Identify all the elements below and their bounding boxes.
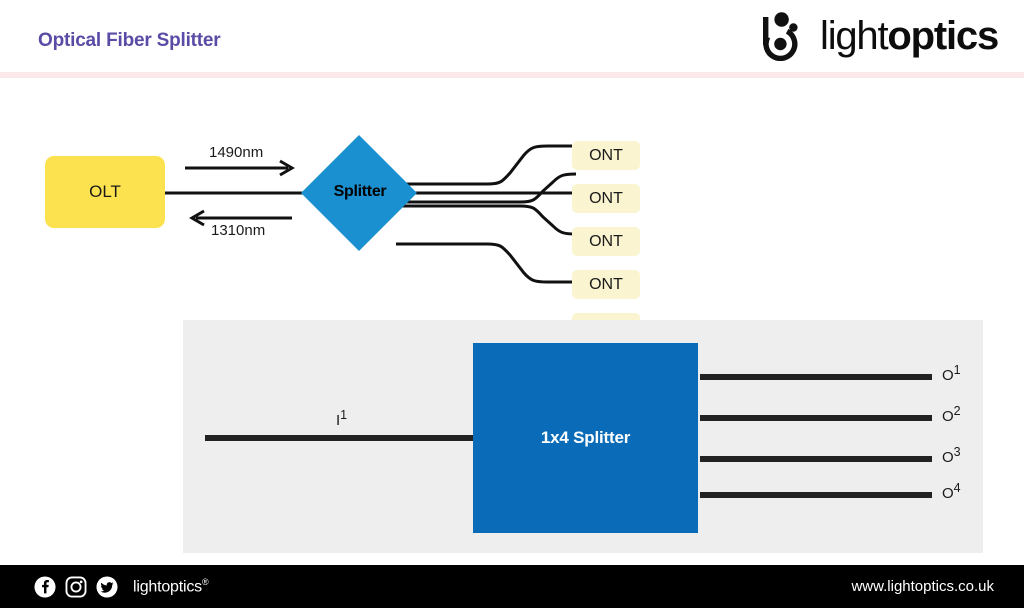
output-port-index: 4: [953, 481, 961, 495]
facebook-icon[interactable]: [34, 575, 56, 598]
output-port-letter: O: [942, 408, 954, 425]
diagram-stage: OLT 1490nm 1310nm Splitter ONT ONT ONT O…: [0, 78, 1024, 565]
output-port-index: 3: [953, 445, 961, 459]
output-port-letter: O: [942, 449, 954, 466]
twitter-icon[interactable]: [96, 575, 118, 598]
output-port-letter: O: [942, 485, 954, 502]
output-port-index: 1: [953, 363, 961, 377]
output-port-label: O1: [942, 363, 961, 384]
output-port-label: O3: [942, 445, 961, 466]
splitter-box: 1x4 Splitter: [473, 343, 698, 533]
input-port-index: 1: [340, 408, 348, 422]
output-port-letter: O: [942, 367, 954, 384]
lightoptics-logomark-icon: [763, 12, 798, 61]
brand-word-optics: optics: [887, 14, 999, 58]
footer-website-url[interactable]: www.lightoptics.co.uk: [851, 565, 994, 608]
footer-social-group: lightoptics®: [34, 565, 209, 608]
footer-brand-name: lightoptics®: [133, 576, 209, 596]
brand-word-light: light: [820, 14, 889, 58]
brand-wordmark: lightoptics: [820, 14, 999, 58]
instagram-icon[interactable]: [65, 576, 87, 598]
page-footer: lightoptics® www.lightoptics.co.uk: [0, 565, 1024, 608]
page-title: Optical Fiber Splitter: [38, 30, 221, 51]
input-port-label: I1: [336, 408, 347, 429]
page-header: Optical Fiber Splitter lightoptics: [0, 0, 1024, 72]
output-port-label: O2: [942, 404, 961, 425]
output-port-index: 2: [953, 404, 961, 418]
splitter-box-label: 1x4 Splitter: [540, 428, 631, 447]
footer-brand-text: lightoptics: [133, 578, 202, 596]
output-port-label: O4: [942, 481, 961, 502]
brand-logo: lightoptics: [760, 10, 999, 62]
footer-registered-mark: ®: [201, 576, 209, 587]
